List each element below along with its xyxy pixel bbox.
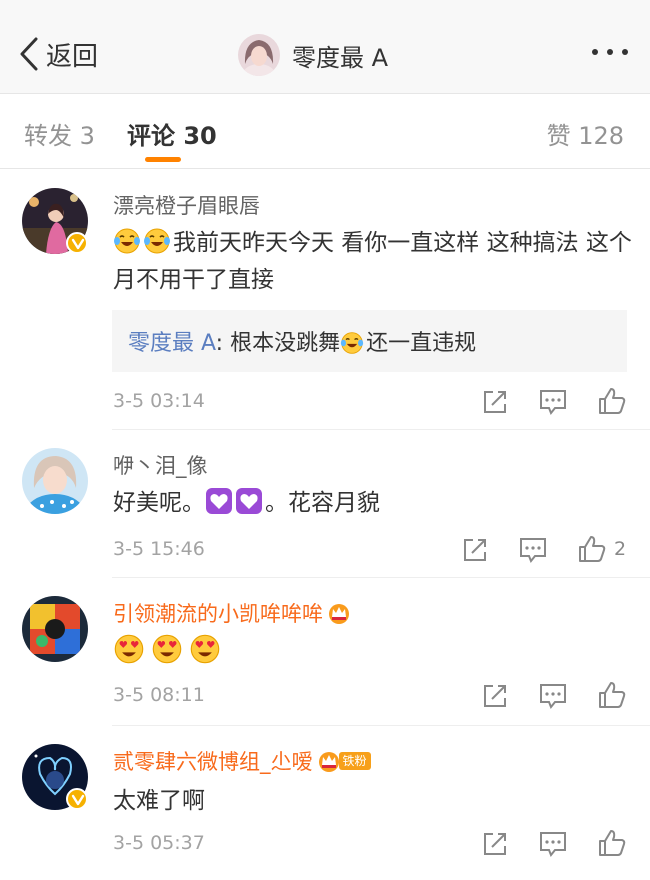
dot-icon <box>592 49 598 55</box>
comment-icon[interactable] <box>538 829 568 859</box>
crying-laughing-emoji <box>114 228 140 254</box>
tab-repost[interactable]: 转发 3 <box>24 116 95 151</box>
reply-box[interactable]: 零度最 A: 根本没跳舞 还一直违规 <box>112 310 627 372</box>
comment-text: 太难了啊 <box>113 788 205 814</box>
heart-eyes-emoji <box>152 634 182 664</box>
like-icon[interactable] <box>597 680 627 710</box>
share-icon[interactable] <box>460 535 490 565</box>
verified-badge-icon <box>66 232 88 254</box>
nav-title-group[interactable]: 零度最 A <box>238 33 388 77</box>
comment-username[interactable]: 漂亮橙子眉眼唇 <box>113 190 260 220</box>
share-icon[interactable] <box>480 829 510 859</box>
comment-icon[interactable] <box>518 535 548 565</box>
avatar[interactable] <box>22 596 88 662</box>
tab-like[interactable]: 赞 128 <box>547 116 624 151</box>
reply-body-end: 还一直违规 <box>366 331 477 356</box>
dot-icon <box>607 49 613 55</box>
tab-comment[interactable]: 评论 30 <box>127 116 217 151</box>
share-icon[interactable] <box>480 387 510 417</box>
comment-timestamp: 3-5 08:11 <box>113 684 205 706</box>
comment-body: 我前天昨天今天 看你一直这样 这种搞法 这个月不用干了直接 <box>113 230 632 293</box>
page-title: 零度最 A <box>292 43 389 72</box>
comment-body-end: 。花容月貌 <box>265 490 380 516</box>
chevron-left-icon <box>20 37 38 71</box>
fan-badge-label: 铁粉 <box>338 752 371 770</box>
like-count: 2 <box>614 538 627 560</box>
heart-eyes-emoji <box>190 634 220 664</box>
avatar[interactable] <box>22 448 88 514</box>
like-icon[interactable] <box>597 828 627 858</box>
avatar <box>238 34 280 76</box>
reply-author[interactable]: 零度最 A <box>128 331 216 356</box>
tab-bar: 转发 3 评论 30 赞 128 <box>0 94 650 169</box>
purple-heart-emoji <box>236 488 262 514</box>
like-icon[interactable] <box>577 534 607 564</box>
verified-badge-icon <box>66 788 88 810</box>
back-label: 返回 <box>46 41 99 72</box>
crying-laughing-emoji <box>340 332 364 354</box>
share-icon[interactable] <box>480 681 510 711</box>
vip-crown-icon <box>329 604 349 624</box>
reply-text: 零度最 A: 根本没跳舞 还一直违规 <box>128 325 476 357</box>
vip-crown-icon <box>318 752 339 772</box>
comment-item: 引领潮流的小凯哞哞哞 3-5 08:11 <box>0 578 650 726</box>
username-label: 引领潮流的小凯哞哞哞 <box>113 602 323 626</box>
dot-icon <box>622 49 628 55</box>
nav-bar: 返回 零度最 A <box>0 0 650 94</box>
comment-text: 好美呢。 。花容月貌 <box>113 485 633 522</box>
active-tab-indicator <box>145 157 181 162</box>
crying-laughing-emoji <box>144 228 170 254</box>
username-label: 贰零肆六微博组_尐嗳 <box>113 750 313 774</box>
back-button[interactable]: 返回 <box>18 34 98 74</box>
like-icon[interactable] <box>597 386 627 416</box>
comment-username[interactable]: 引领潮流的小凯哞哞哞 <box>113 598 351 628</box>
comment-timestamp: 3-5 05:37 <box>113 832 205 854</box>
comment-timestamp: 3-5 03:14 <box>113 390 205 412</box>
comment-item: 咿丶泪_像 好美呢。 。花容月貌 3-5 15:46 2 <box>0 430 650 578</box>
comment-username[interactable]: 咿丶泪_像 <box>113 450 208 480</box>
comment-item: 贰零肆六微博组_尐嗳 铁粉 太难了啊 3-5 05:37 <box>0 726 650 880</box>
comment-body-start: 好美呢。 <box>113 490 205 516</box>
fan-badge: 铁粉 <box>317 750 371 772</box>
comment-icon[interactable] <box>538 387 568 417</box>
comment-timestamp: 3-5 15:46 <box>113 538 205 560</box>
comment-text <box>113 633 633 672</box>
purple-heart-emoji <box>206 488 232 514</box>
comment-text: 我前天昨天今天 看你一直这样 这种搞法 这个月不用干了直接 <box>113 225 633 299</box>
more-options-button[interactable] <box>592 49 628 55</box>
comment-username[interactable]: 贰零肆六微博组_尐嗳 铁粉 <box>113 746 371 776</box>
reply-body-start: : 根本没跳舞 <box>215 331 341 356</box>
comment-item: 漂亮橙子眉眼唇 我前天昨天今天 看你一直这样 这种搞法 这个月不用干了直接 零度… <box>0 170 650 430</box>
heart-eyes-emoji <box>114 634 144 664</box>
comment-icon[interactable] <box>538 681 568 711</box>
